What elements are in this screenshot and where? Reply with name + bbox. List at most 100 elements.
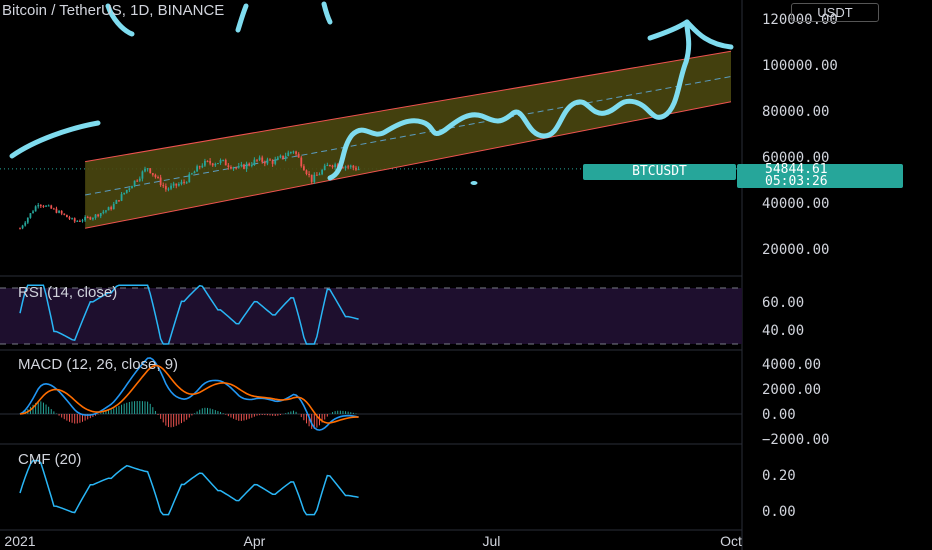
y-tick-label: 20000.00 [762,242,829,258]
candle-body [196,166,198,172]
candle-body [271,160,274,164]
candle-body [71,218,73,220]
candle-body [29,213,32,218]
candle-body [308,174,310,176]
candle-body [284,156,287,159]
candle-body [37,205,40,207]
channel-fill[interactable] [85,51,732,229]
cmf-line[interactable] [19,459,359,516]
x-tick-label: 2021 [4,533,35,549]
candle-body [318,174,321,176]
hand-drawn-stroke[interactable] [9,120,101,159]
candle-body [24,222,27,226]
candle-body [120,194,123,201]
candle-body [214,163,217,166]
candle-body [144,168,146,172]
candle-body [344,166,347,169]
candle-body [45,205,47,207]
y-tick-label: 80000.00 [762,104,829,120]
candle-body [355,167,357,170]
candle-body [21,225,24,229]
candle-body [292,151,295,153]
currency-badge[interactable]: USDT [791,3,879,22]
candle-body [297,153,300,158]
symbol-title[interactable]: Bitcoin / TetherUS, 1D, BINANCE [2,2,224,19]
candle-body [151,173,154,175]
candle-body [261,157,264,162]
candle-body [32,211,34,214]
candle-body [347,166,350,168]
candle-body [99,213,102,217]
candle-body [250,165,253,167]
candle-body [170,185,172,189]
candle-body [258,157,261,160]
candle-body [279,155,282,158]
candle-body [157,177,159,179]
cmf-pane[interactable] [19,459,359,516]
candle-body [334,164,337,168]
candle-body [73,218,76,222]
candle-body [177,183,180,186]
candle-body [222,159,225,161]
last-price-tag: 54844.61 05:03:26 [737,163,903,188]
candle-body [39,205,42,207]
candle-body [289,152,292,154]
macd-title[interactable]: MACD (12, 26, close, 9) [18,356,178,373]
macd-y-tick-label: 4000.00 [762,357,821,373]
price-pane[interactable] [19,50,732,230]
candle-body [282,155,284,159]
candle-body [349,165,352,167]
candle-body [167,188,170,190]
rsi-y-tick-label: 60.00 [762,295,804,311]
candle-body [133,180,136,187]
candle-body [352,165,355,168]
candle-body [47,205,50,207]
hand-drawn-dot[interactable] [470,181,478,185]
candle-body [81,220,84,222]
hand-drawn-stroke[interactable] [235,3,249,33]
candle-body [149,168,152,174]
candle-body [118,200,120,202]
macd-y-tick-label: 2000.00 [762,382,821,398]
candle-body [180,181,183,184]
candle-body [287,152,290,157]
candle-body [201,165,204,168]
candle-body [84,216,87,221]
candle-body [230,166,232,169]
candle-body [105,210,107,212]
candle-body [50,205,53,209]
candle-body [204,160,206,166]
candle-body [302,166,305,171]
candle-body [295,151,297,154]
candle-body [326,165,329,167]
cmf-title[interactable]: CMF (20) [18,451,81,468]
rsi-title[interactable]: RSI (14, close) [18,284,117,301]
candle-body [188,174,191,183]
candle-body [263,161,266,164]
candle-body [52,208,55,210]
candle-body [211,163,214,166]
candle-body [68,217,71,219]
candle-body [175,183,178,186]
cmf-y-tick-label: 0.20 [762,468,796,484]
candle-body [154,174,157,178]
candle-body [141,171,144,179]
candle-body [190,173,193,175]
candle-body [321,169,324,175]
macd-y-tick-label: −2000.00 [762,432,829,448]
candle-body [89,217,92,220]
candle-body [42,205,45,207]
ticker-tag: BTCUSDT [583,164,736,180]
macd-y-tick-label: 0.00 [762,407,796,423]
candle-body [34,206,37,212]
candle-body [60,210,63,214]
candle-body [342,167,344,169]
chart-canvas[interactable]: 2021 Apr Jul Oct20000.0040000.0060000.00800… [0,0,932,550]
candle-body [245,163,248,169]
candle-body [248,163,251,166]
candle-body [92,217,94,220]
candle-body [86,216,89,218]
hand-drawn-stroke[interactable] [321,1,333,25]
y-tick-label: 40000.00 [762,196,829,212]
candle-body [269,159,271,161]
